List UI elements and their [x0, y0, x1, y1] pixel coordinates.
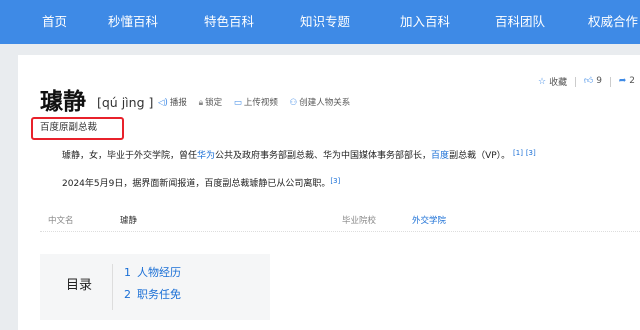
infobox-value: 璩静	[120, 216, 138, 226]
lock-icon: 🔒︎	[198, 98, 204, 108]
divider	[609, 76, 611, 87]
toc-title: 目录	[66, 278, 93, 293]
nav-home[interactable]: 首页	[42, 14, 67, 30]
nav-join[interactable]: 加入百科	[400, 14, 450, 30]
infobox-label: 毕业院校	[342, 216, 377, 226]
news-paragraph: 2024年5月9日，据界面新闻报道，百度副总裁璩静已从公司离职。[3]	[62, 177, 341, 189]
share-button[interactable]: ➦ 2	[619, 76, 635, 87]
entry-tools: ◁) 播报 🔒︎ 锁定 ▭ 上传视频 ⚇ 创建人物关系	[158, 96, 359, 110]
divider	[112, 264, 113, 310]
table-of-contents: 目录 1 人物经历 2 职务任免	[40, 254, 270, 320]
nav-partners[interactable]: 权威合作	[588, 14, 638, 30]
infobox-value-link[interactable]: 外交学院	[412, 214, 446, 226]
nav-topics[interactable]: 知识专题	[300, 14, 350, 30]
video-icon: ▭	[233, 98, 242, 108]
reference-3[interactable]: [3]	[330, 177, 340, 185]
collect-button[interactable]: ☆ 收藏	[538, 75, 567, 89]
divider	[574, 76, 576, 87]
star-icon: ☆	[538, 76, 547, 87]
infobox-row: 中文名 璩静 毕业院校 外交学院	[40, 210, 640, 232]
nav-featured[interactable]: 特色百科	[204, 14, 254, 30]
nav-miaodong[interactable]: 秒懂百科	[108, 14, 158, 30]
infobox-label: 中文名	[48, 216, 74, 226]
entry-actions: ☆ 收藏 👍︎ 9 ➦ 2	[538, 75, 635, 88]
people-icon: ⚇	[289, 98, 298, 108]
create-relation-button[interactable]: ⚇ 创建人物关系	[290, 96, 351, 110]
speaker-icon: ◁)	[158, 98, 168, 108]
nav-team[interactable]: 百科团队	[495, 14, 545, 30]
lock-button[interactable]: 🔒︎ 锁定	[199, 96, 223, 110]
toc-item[interactable]: 1 人物经历	[124, 266, 181, 280]
toc-item[interactable]: 2 职务任免	[124, 288, 181, 302]
entry-subtitle: 百度原副总裁	[40, 122, 98, 133]
upload-video-button[interactable]: ▭ 上传视频	[234, 96, 278, 110]
thumbs-up-icon: 👍︎	[583, 76, 594, 87]
reference-1[interactable]: [1]	[513, 149, 523, 157]
play-audio-button[interactable]: ◁) 播报	[158, 96, 187, 110]
link-huawei[interactable]: 华为	[197, 151, 215, 161]
link-baidu[interactable]: 百度	[431, 151, 449, 161]
summary-paragraph: 璩静，女，毕业于外交学院，曾任华为公共及政府事务部副总裁、华为中国媒体事务部部长…	[62, 149, 536, 161]
page-title: 璩静	[40, 88, 86, 115]
pinyin: [qú jìng ]	[97, 95, 154, 110]
top-navigation: 首页 秒懂百科 特色百科 知识专题 加入百科 百科团队 权威合作	[0, 0, 640, 44]
share-icon: ➦	[618, 76, 627, 87]
reference-3[interactable]: [3]	[526, 149, 536, 157]
like-button[interactable]: 👍︎ 9	[584, 76, 602, 87]
